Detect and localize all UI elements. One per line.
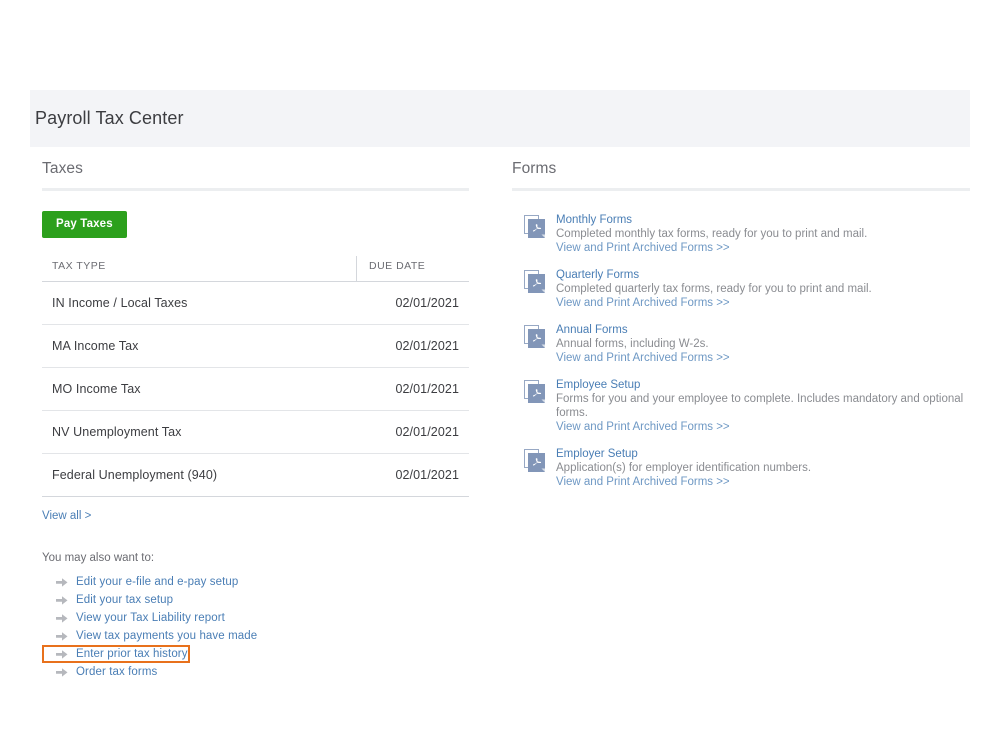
form-title-link[interactable]: Employee Setup (556, 378, 970, 392)
also-want-to-section: You may also want to: Edit your e-file a… (42, 552, 480, 681)
also-want-to-link[interactable]: View tax payments you have made (76, 630, 257, 642)
page-header-band: Payroll Tax Center (30, 90, 970, 147)
form-title-link[interactable]: Annual Forms (556, 323, 730, 337)
form-title-link[interactable]: Monthly Forms (556, 213, 867, 227)
pdf-icon (524, 380, 546, 404)
main-columns: Taxes Pay Taxes TAX TYPE DUE DATE IN Inc… (30, 160, 970, 681)
form-item-text: Annual Forms Annual forms, including W-2… (556, 323, 730, 365)
list-item-highlighted[interactable]: Enter prior tax history (42, 645, 190, 663)
view-print-archived-forms-link[interactable]: View and Print Archived Forms >> (556, 296, 872, 310)
forms-section-title: Forms (500, 160, 970, 178)
arrow-right-icon (56, 667, 68, 678)
list-item[interactable]: Monthly Forms Completed monthly tax form… (512, 213, 970, 255)
taxes-section-title: Taxes (30, 160, 480, 178)
list-item[interactable]: Annual Forms Annual forms, including W-2… (512, 323, 970, 365)
form-title-link[interactable]: Employer Setup (556, 447, 811, 461)
also-want-to-heading: You may also want to: (42, 552, 480, 564)
pdf-icon (524, 325, 546, 349)
column-header-tax-type: TAX TYPE (42, 256, 357, 282)
cell-due-date: 02/01/2021 (357, 282, 470, 325)
view-print-archived-forms-link[interactable]: View and Print Archived Forms >> (556, 351, 730, 365)
table-row[interactable]: Federal Unemployment (940) 02/01/2021 (42, 454, 469, 497)
form-item-text: Quarterly Forms Completed quarterly tax … (556, 268, 872, 310)
also-want-to-link[interactable]: Edit your tax setup (76, 594, 173, 606)
list-item[interactable]: Employer Setup Application(s) for employ… (512, 447, 970, 489)
arrow-right-icon (56, 613, 68, 624)
form-title-link[interactable]: Quarterly Forms (556, 268, 872, 282)
forms-panel: Forms Monthly Forms Completed monthly ta… (500, 160, 970, 502)
taxes-table-head: TAX TYPE DUE DATE (42, 256, 469, 282)
cell-due-date: 02/01/2021 (357, 411, 470, 454)
also-want-to-link[interactable]: Order tax forms (76, 666, 157, 678)
taxes-table-header-row: TAX TYPE DUE DATE (42, 256, 469, 282)
view-print-archived-forms-link[interactable]: View and Print Archived Forms >> (556, 241, 867, 255)
list-item[interactable]: Order tax forms (42, 663, 190, 681)
cell-due-date: 02/01/2021 (357, 325, 470, 368)
pay-taxes-button-row: Pay Taxes (30, 191, 480, 238)
form-item-text: Employee Setup Forms for you and your em… (556, 378, 970, 434)
forms-list: Monthly Forms Completed monthly tax form… (512, 213, 970, 489)
form-item-text: Employer Setup Application(s) for employ… (556, 447, 811, 489)
arrow-right-icon (56, 649, 68, 660)
also-want-to-link[interactable]: Edit your e-file and e-pay setup (76, 576, 238, 588)
table-row[interactable]: IN Income / Local Taxes 02/01/2021 (42, 282, 469, 325)
arrow-right-icon (56, 595, 68, 606)
form-description: Completed monthly tax forms, ready for y… (556, 227, 867, 241)
forms-section-divider (512, 188, 970, 191)
cell-due-date: 02/01/2021 (357, 454, 470, 497)
cell-tax-type: Federal Unemployment (940) (42, 454, 357, 497)
form-item-text: Monthly Forms Completed monthly tax form… (556, 213, 867, 255)
enter-prior-tax-history-link[interactable]: Enter prior tax history (76, 648, 188, 660)
also-want-to-link[interactable]: View your Tax Liability report (76, 612, 225, 624)
form-description: Application(s) for employer identificati… (556, 461, 811, 475)
arrow-right-icon (56, 577, 68, 588)
pdf-icon (524, 449, 546, 473)
pdf-icon (524, 270, 546, 294)
taxes-table-body: IN Income / Local Taxes 02/01/2021 MA In… (42, 282, 469, 497)
taxes-table: TAX TYPE DUE DATE IN Income / Local Taxe… (42, 256, 469, 497)
also-want-to-list: Edit your e-file and e-pay setup Edit yo… (42, 573, 480, 681)
cell-due-date: 02/01/2021 (357, 368, 470, 411)
taxes-panel: Taxes Pay Taxes TAX TYPE DUE DATE IN Inc… (30, 160, 480, 681)
column-header-due-date: DUE DATE (357, 256, 470, 282)
form-description: Completed quarterly tax forms, ready for… (556, 282, 872, 296)
pdf-icon (524, 215, 546, 239)
pay-taxes-button[interactable]: Pay Taxes (42, 211, 127, 238)
cell-tax-type: NV Unemployment Tax (42, 411, 357, 454)
list-item[interactable]: Employee Setup Forms for you and your em… (512, 378, 970, 434)
list-item[interactable]: Edit your e-file and e-pay setup (42, 573, 190, 591)
arrow-right-icon (56, 631, 68, 642)
table-row[interactable]: NV Unemployment Tax 02/01/2021 (42, 411, 469, 454)
list-item[interactable]: View tax payments you have made (42, 627, 190, 645)
list-item[interactable]: Quarterly Forms Completed quarterly tax … (512, 268, 970, 310)
cell-tax-type: IN Income / Local Taxes (42, 282, 357, 325)
table-row[interactable]: MO Income Tax 02/01/2021 (42, 368, 469, 411)
table-row[interactable]: MA Income Tax 02/01/2021 (42, 325, 469, 368)
view-print-archived-forms-link[interactable]: View and Print Archived Forms >> (556, 420, 970, 434)
list-item[interactable]: Edit your tax setup (42, 591, 190, 609)
view-print-archived-forms-link[interactable]: View and Print Archived Forms >> (556, 475, 811, 489)
list-item[interactable]: View your Tax Liability report (42, 609, 190, 627)
page-title: Payroll Tax Center (30, 108, 184, 129)
cell-tax-type: MO Income Tax (42, 368, 357, 411)
form-description: Annual forms, including W-2s. (556, 337, 730, 351)
form-description: Forms for you and your employee to compl… (556, 392, 970, 420)
cell-tax-type: MA Income Tax (42, 325, 357, 368)
view-all-link[interactable]: View all > (42, 510, 91, 522)
